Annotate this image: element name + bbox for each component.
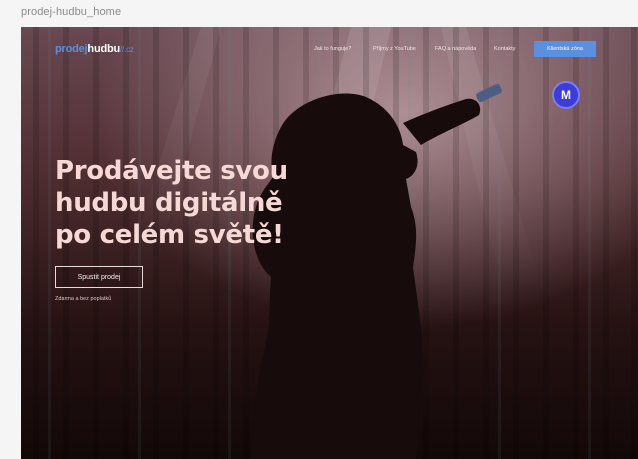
user-avatar[interactable]: M bbox=[552, 81, 580, 109]
hero-headline: Prodávejte svou hudbu digitálně po celém… bbox=[55, 155, 288, 251]
site-logo[interactable]: prodejhudbu//.cz bbox=[55, 43, 134, 55]
page-artboard: prodejhudbu//.cz Jak to funguje? Příjmy … bbox=[21, 27, 638, 459]
headline-line-1: Prodávejte svou bbox=[55, 156, 288, 186]
frame-label: prodej-hudbu_home bbox=[21, 6, 122, 18]
free-note: Zdarma a bez poplatků bbox=[55, 296, 112, 302]
headline-line-3: po celém světě! bbox=[55, 220, 284, 250]
nav-link-faq[interactable]: FAQ a nápověda bbox=[435, 46, 476, 52]
nav-link-how-it-works[interactable]: Jak to funguje? bbox=[314, 46, 351, 52]
logo-part-hudbu: hudbu bbox=[87, 43, 121, 55]
client-zone-button[interactable]: Klientská zóna bbox=[534, 41, 596, 57]
nav-link-contacts[interactable]: Kontakty bbox=[494, 46, 515, 52]
headline-line-2: hudbu digitálně bbox=[55, 188, 283, 218]
logo-part-domain: //.cz bbox=[120, 45, 134, 54]
start-selling-button[interactable]: Spustit prodej bbox=[55, 266, 143, 288]
nav-link-youtube-income[interactable]: Příjmy z YouTube bbox=[373, 46, 416, 52]
top-navigation: prodejhudbu//.cz Jak to funguje? Příjmy … bbox=[21, 41, 638, 61]
logo-part-prodej: prodej bbox=[55, 43, 88, 55]
